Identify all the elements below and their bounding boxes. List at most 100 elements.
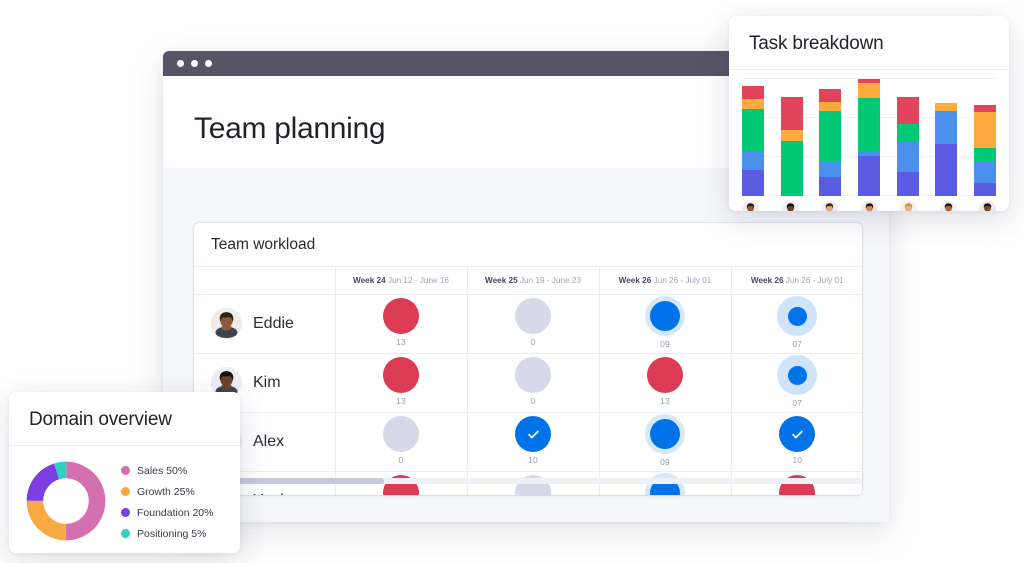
bar-column[interactable] — [973, 105, 996, 197]
domain-overview-body: Sales 50% Growth 25% Foundation 20% Positio… — [9, 446, 240, 542]
check-icon — [791, 430, 803, 438]
workload-cell[interactable]: 10 — [467, 412, 600, 472]
workload-indicator: 07 — [732, 296, 863, 349]
workload-indicator: 0 — [468, 298, 599, 347]
check-icon — [527, 430, 539, 438]
legend-label: Growth 25% — [137, 485, 195, 498]
task-breakdown-card: Task breakdown — [729, 16, 1009, 211]
chart-axis-avatar[interactable] — [939, 201, 957, 211]
workload-indicator: 0 — [336, 416, 467, 465]
workload-cell[interactable]: 13 — [335, 353, 468, 413]
donut-legend: Sales 50% Growth 25% Foundation 20% Positio… — [121, 463, 213, 540]
legend-item: Growth 25% — [121, 486, 213, 498]
workload-cell-value: 13 — [660, 396, 670, 406]
workload-cell[interactable]: 13 — [599, 353, 732, 413]
bar-column[interactable] — [780, 96, 803, 196]
bar-column[interactable] — [935, 102, 958, 197]
workload-cell[interactable]: 10 — [731, 412, 862, 472]
column-week-label: Week 24 — [353, 275, 386, 285]
chart-axis-avatar[interactable] — [821, 201, 838, 211]
chart-avatar-axis — [742, 201, 996, 211]
chart-axis-avatar[interactable] — [979, 201, 996, 211]
chart-axis-avatar[interactable] — [742, 201, 759, 211]
workload-table-head: Week 24 Jun 12 - June 16 Week 25 Jun 19 -… — [194, 267, 862, 295]
bar-segment-purple — [857, 155, 880, 197]
column-week-label: Week 25 — [485, 275, 518, 285]
workload-indicator: 07 — [732, 355, 863, 408]
legend-label: Foundation 20% — [137, 506, 214, 519]
status-circle-done — [515, 416, 551, 452]
workload-cell[interactable]: 13 — [335, 294, 468, 354]
status-inner-dot — [787, 365, 807, 385]
person-name: Kim — [253, 373, 281, 391]
person-name: Alex — [253, 432, 285, 450]
bar-segment-orange — [973, 112, 996, 148]
table-row[interactable]: Alex 0 10 09 10 — [194, 412, 862, 472]
bar-segment-blue — [742, 152, 764, 171]
legend-label: Sales 50% — [137, 464, 188, 477]
chart-axis-avatar[interactable] — [860, 201, 878, 211]
person-name: Yael — [253, 492, 284, 496]
workload-column-header-1: Week 24 Jun 12 - June 16 — [335, 267, 468, 295]
column-week-label: Week 26 — [750, 275, 784, 285]
header-person-column — [194, 267, 336, 295]
status-circle-overloaded — [383, 298, 419, 334]
table-row[interactable]: Kim 13 0 13 07 — [194, 353, 863, 413]
workload-cell-value: 07 — [792, 339, 803, 349]
person-cell[interactable]: Eddie — [194, 294, 336, 354]
workload-header-row: Week 24 Jun 12 - June 16 Week 25 Jun 19 -… — [194, 267, 862, 295]
bar-column[interactable] — [819, 88, 842, 196]
window-close-dot[interactable] — [177, 60, 184, 67]
workload-cell[interactable]: 0 — [335, 412, 468, 472]
bar-segment-purple — [742, 170, 764, 196]
chart-axis-avatar[interactable] — [900, 201, 917, 211]
workload-cell[interactable]: 09 — [599, 294, 732, 354]
bar-segment-blue — [973, 160, 996, 184]
bar-segment-red — [780, 96, 803, 130]
bar-segment-red — [819, 88, 842, 102]
bar-segment-orange — [819, 101, 842, 112]
workload-cell[interactable]: 09 — [599, 412, 732, 472]
task-breakdown-chart — [742, 78, 996, 197]
legend-swatch — [121, 529, 130, 538]
workload-indicator: 13 — [600, 357, 731, 406]
team-workload-title: Team workload — [194, 223, 862, 267]
workload-cell[interactable]: 07 — [731, 353, 863, 413]
status-circle-busy — [645, 473, 685, 495]
bar-segment-purple — [819, 177, 842, 196]
bar-column[interactable] — [742, 86, 764, 196]
bar-segment-blue — [935, 111, 958, 145]
workload-cell-value: 0 — [530, 337, 536, 347]
screenshot-root: Team planning Team workload Week 24 Jun … — [0, 0, 1024, 563]
bar-segment-red — [742, 86, 764, 100]
horizontal-scrollbar[interactable] — [194, 478, 862, 484]
chart-axis-avatar[interactable] — [781, 201, 799, 211]
bar-column[interactable] — [896, 96, 919, 196]
window-maximize-dot[interactable] — [205, 60, 212, 67]
workload-cell[interactable]: 07 — [731, 294, 863, 354]
workload-table-body: Eddie1300907Kim1301307Alex0100910Yael130… — [194, 294, 862, 495]
legend-item: Positioning 5% — [121, 528, 213, 540]
workload-column-header-3: Week 26 Jun 26 - July 01 — [599, 267, 732, 295]
bar-segment-red — [896, 96, 919, 125]
table-row[interactable]: Eddie 13 0 09 07 — [194, 294, 863, 354]
status-inner-dot — [650, 301, 680, 331]
bar-segment-orange — [935, 102, 958, 112]
bar-segment-orange — [780, 129, 803, 141]
workload-indicator: 09 — [600, 296, 731, 349]
status-circle-light — [777, 355, 818, 395]
workload-column-header-2: Week 25 Jun 19 - June 23 — [467, 267, 600, 295]
workload-indicator: 13 — [336, 298, 467, 347]
workload-cell[interactable]: 0 — [467, 294, 600, 354]
column-date-range: Jun 12 - June 16 — [385, 275, 449, 285]
workload-indicator: 09 — [600, 473, 731, 495]
column-week-label: Week 26 — [618, 275, 652, 285]
team-workload-card: Team workload Week 24 Jun 12 - June 16 We… — [194, 223, 862, 495]
workload-cell-value: 13 — [396, 337, 406, 347]
workload-cell[interactable]: 0 — [467, 353, 600, 413]
window-minimize-dot[interactable] — [191, 60, 198, 67]
status-inner-dot — [787, 306, 807, 326]
legend-item: Sales 50% — [121, 465, 213, 477]
bar-column[interactable] — [857, 79, 880, 197]
column-date-range: Jun 19 - June 23 — [517, 275, 581, 285]
